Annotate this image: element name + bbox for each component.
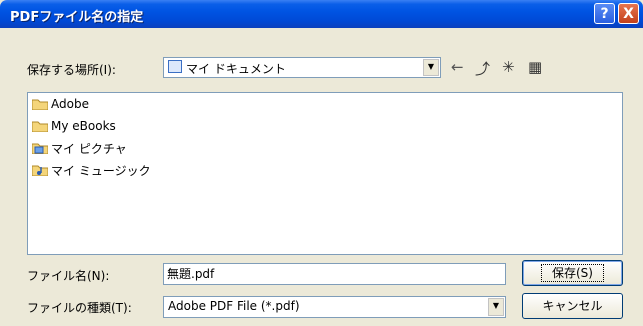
save-pdf-dialog: PDFファイル名の指定 ? X 保存する場所(I): マイ ドキュメント ▼ ←…: [0, 0, 643, 326]
close-button[interactable]: X: [618, 3, 639, 24]
dialog-title: PDFファイル名の指定: [10, 10, 144, 25]
cancel-button[interactable]: キャンセル: [522, 293, 623, 319]
list-item[interactable]: My eBooks: [32, 117, 116, 135]
folder-icon: [32, 98, 48, 110]
filename-label: ファイル名(N):: [27, 269, 110, 283]
filename-input[interactable]: 無題.pdf: [163, 263, 506, 285]
filetype-label: ファイルの種類(T):: [27, 301, 132, 315]
help-button[interactable]: ?: [594, 3, 615, 24]
location-value: マイ ドキュメント: [186, 62, 286, 76]
filetype-dropdown[interactable]: Adobe PDF File (*.pdf) ▼: [163, 296, 506, 318]
file-name: My eBooks: [51, 119, 116, 133]
folder-icon: [32, 120, 48, 132]
list-item[interactable]: Adobe: [32, 95, 89, 113]
view-menu-icon[interactable]: ▦: [528, 58, 542, 76]
up-folder-icon[interactable]: ⤴: [475, 58, 490, 79]
new-folder-icon[interactable]: ✳: [502, 58, 515, 76]
chevron-down-icon[interactable]: ▼: [488, 298, 504, 316]
chevron-down-icon[interactable]: ▼: [423, 59, 439, 76]
location-dropdown[interactable]: マイ ドキュメント ▼: [163, 57, 441, 78]
pictures-folder-icon: [32, 142, 48, 154]
back-icon[interactable]: ←: [451, 58, 464, 76]
save-button[interactable]: 保存(S): [522, 260, 623, 286]
file-list[interactable]: Adobe My eBooks マイ ピクチャ マイ ミュージック: [27, 92, 623, 255]
filetype-value: Adobe PDF File (*.pdf): [168, 299, 300, 313]
location-label: 保存する場所(I):: [27, 63, 116, 77]
file-name: マイ ピクチャ: [51, 141, 127, 156]
file-name: Adobe: [51, 97, 89, 111]
list-item[interactable]: マイ ミュージック: [32, 161, 151, 179]
list-item[interactable]: マイ ピクチャ: [32, 139, 127, 157]
file-name: マイ ミュージック: [51, 163, 151, 178]
my-documents-icon: [168, 60, 182, 73]
music-folder-icon: [32, 164, 48, 176]
save-button-label: 保存(S): [541, 264, 604, 282]
title-bar: PDFファイル名の指定 ? X: [0, 0, 643, 28]
